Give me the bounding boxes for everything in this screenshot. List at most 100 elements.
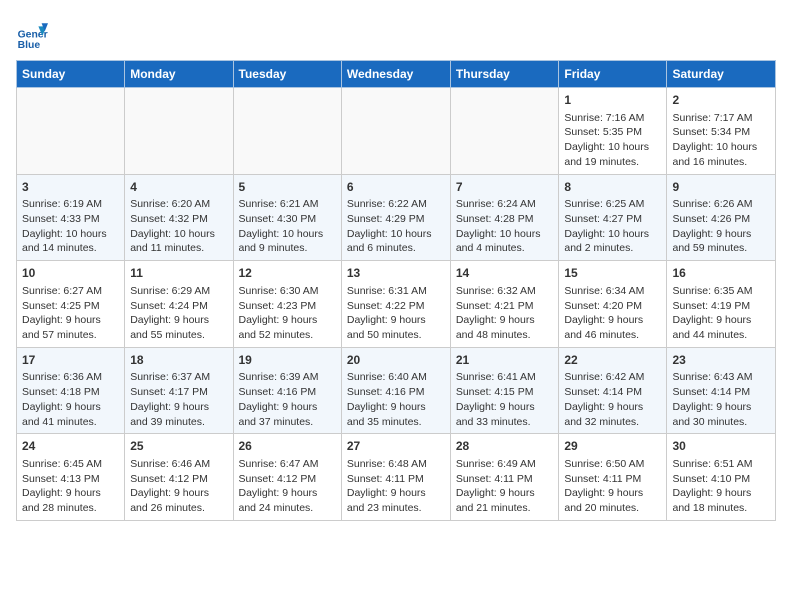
day-number: 13 [347,265,445,282]
day-info: Daylight: 9 hours and 50 minutes. [347,313,445,342]
day-info: Sunset: 4:14 PM [564,385,661,400]
day-info: Sunrise: 6:43 AM [672,370,770,385]
calendar-cell: 17Sunrise: 6:36 AMSunset: 4:18 PMDayligh… [17,347,125,434]
day-info: Sunset: 4:33 PM [22,212,119,227]
day-info: Sunrise: 6:41 AM [456,370,554,385]
day-info: Sunset: 4:28 PM [456,212,554,227]
day-number: 28 [456,438,554,455]
day-info: Daylight: 10 hours and 2 minutes. [564,227,661,256]
calendar-cell: 20Sunrise: 6:40 AMSunset: 4:16 PMDayligh… [341,347,450,434]
day-info: Sunset: 4:32 PM [130,212,227,227]
day-info: Sunrise: 6:20 AM [130,197,227,212]
day-info: Daylight: 9 hours and 39 minutes. [130,400,227,429]
day-info: Daylight: 9 hours and 48 minutes. [456,313,554,342]
calendar-cell [450,88,559,175]
day-number: 30 [672,438,770,455]
col-header-thursday: Thursday [450,61,559,88]
day-info: Daylight: 9 hours and 55 minutes. [130,313,227,342]
calendar-cell [17,88,125,175]
day-info: Daylight: 9 hours and 59 minutes. [672,227,770,256]
day-info: Daylight: 10 hours and 11 minutes. [130,227,227,256]
calendar-table: SundayMondayTuesdayWednesdayThursdayFrid… [16,60,776,521]
calendar-cell: 30Sunrise: 6:51 AMSunset: 4:10 PMDayligh… [667,434,776,521]
day-info: Sunrise: 6:50 AM [564,457,661,472]
day-info: Daylight: 10 hours and 16 minutes. [672,140,770,169]
day-info: Sunset: 4:13 PM [22,472,119,487]
logo-icon: General Blue [16,20,48,52]
day-info: Sunrise: 6:36 AM [22,370,119,385]
col-header-saturday: Saturday [667,61,776,88]
day-info: Daylight: 10 hours and 14 minutes. [22,227,119,256]
day-number: 12 [239,265,336,282]
day-info: Sunset: 4:27 PM [564,212,661,227]
day-info: Sunrise: 6:31 AM [347,284,445,299]
day-info: Sunset: 4:19 PM [672,299,770,314]
day-info: Sunset: 4:12 PM [239,472,336,487]
day-info: Sunrise: 6:39 AM [239,370,336,385]
day-info: Sunrise: 6:27 AM [22,284,119,299]
calendar-body: 1Sunrise: 7:16 AMSunset: 5:35 PMDaylight… [17,88,776,521]
day-number: 11 [130,265,227,282]
day-info: Sunset: 5:34 PM [672,125,770,140]
calendar-cell: 9Sunrise: 6:26 AMSunset: 4:26 PMDaylight… [667,174,776,261]
day-info: Sunrise: 6:24 AM [456,197,554,212]
day-info: Sunrise: 6:42 AM [564,370,661,385]
calendar-cell: 21Sunrise: 6:41 AMSunset: 4:15 PMDayligh… [450,347,559,434]
day-info: Daylight: 9 hours and 46 minutes. [564,313,661,342]
calendar-cell: 19Sunrise: 6:39 AMSunset: 4:16 PMDayligh… [233,347,341,434]
calendar-cell: 11Sunrise: 6:29 AMSunset: 4:24 PMDayligh… [125,261,233,348]
day-info: Daylight: 10 hours and 9 minutes. [239,227,336,256]
day-info: Sunset: 4:24 PM [130,299,227,314]
day-info: Daylight: 9 hours and 28 minutes. [22,486,119,515]
day-number: 3 [22,179,119,196]
calendar-cell: 27Sunrise: 6:48 AMSunset: 4:11 PMDayligh… [341,434,450,521]
calendar-cell: 18Sunrise: 6:37 AMSunset: 4:17 PMDayligh… [125,347,233,434]
day-number: 23 [672,352,770,369]
calendar-cell: 24 Sunrise: 6:45 AMSunset: 4:13 PMDayligh… [17,434,125,521]
day-number: 7 [456,179,554,196]
day-number: 2 [672,92,770,109]
calendar-cell: 13Sunrise: 6:31 AMSunset: 4:22 PMDayligh… [341,261,450,348]
day-info: Sunrise: 6:21 AM [239,197,336,212]
day-info: Sunrise: 6:49 AM [456,457,554,472]
day-info: Daylight: 10 hours and 4 minutes. [456,227,554,256]
day-info: Daylight: 9 hours and 21 minutes. [456,486,554,515]
day-info: Sunrise: 6:34 AM [564,284,661,299]
col-header-sunday: Sunday [17,61,125,88]
day-number: 27 [347,438,445,455]
day-info: Sunrise: 6:46 AM [130,457,227,472]
day-info: Sunrise: 7:17 AM [672,111,770,126]
day-number: 6 [347,179,445,196]
day-info: Sunset: 4:16 PM [239,385,336,400]
day-info: Sunset: 4:10 PM [672,472,770,487]
week-row-4: 17Sunrise: 6:36 AMSunset: 4:18 PMDayligh… [17,347,776,434]
day-number: 24 [22,438,119,455]
day-info: Daylight: 9 hours and 33 minutes. [456,400,554,429]
calendar-header: SundayMondayTuesdayWednesdayThursdayFrid… [17,61,776,88]
day-info: Daylight: 10 hours and 6 minutes. [347,227,445,256]
day-info: Sunrise: 6:19 AM [22,197,119,212]
day-number: 10 [22,265,119,282]
day-info: Sunrise: 6:45 AM [22,457,119,472]
day-info: Sunset: 4:29 PM [347,212,445,227]
day-info: Daylight: 9 hours and 41 minutes. [22,400,119,429]
col-header-wednesday: Wednesday [341,61,450,88]
day-info: Sunset: 5:35 PM [564,125,661,140]
day-number: 16 [672,265,770,282]
day-info: Sunset: 4:16 PM [347,385,445,400]
calendar-cell: 16Sunrise: 6:35 AMSunset: 4:19 PMDayligh… [667,261,776,348]
calendar-cell: 28Sunrise: 6:49 AMSunset: 4:11 PMDayligh… [450,434,559,521]
day-info: Sunset: 4:17 PM [130,385,227,400]
day-info: Sunset: 4:18 PM [22,385,119,400]
day-info: Daylight: 9 hours and 30 minutes. [672,400,770,429]
day-number: 20 [347,352,445,369]
day-info: Daylight: 9 hours and 32 minutes. [564,400,661,429]
calendar-cell: 14Sunrise: 6:32 AMSunset: 4:21 PMDayligh… [450,261,559,348]
day-info: Sunset: 4:21 PM [456,299,554,314]
calendar-cell [341,88,450,175]
day-info: Daylight: 9 hours and 44 minutes. [672,313,770,342]
day-info: Sunrise: 6:40 AM [347,370,445,385]
day-number: 4 [130,179,227,196]
day-number: 14 [456,265,554,282]
day-info: Sunrise: 6:30 AM [239,284,336,299]
